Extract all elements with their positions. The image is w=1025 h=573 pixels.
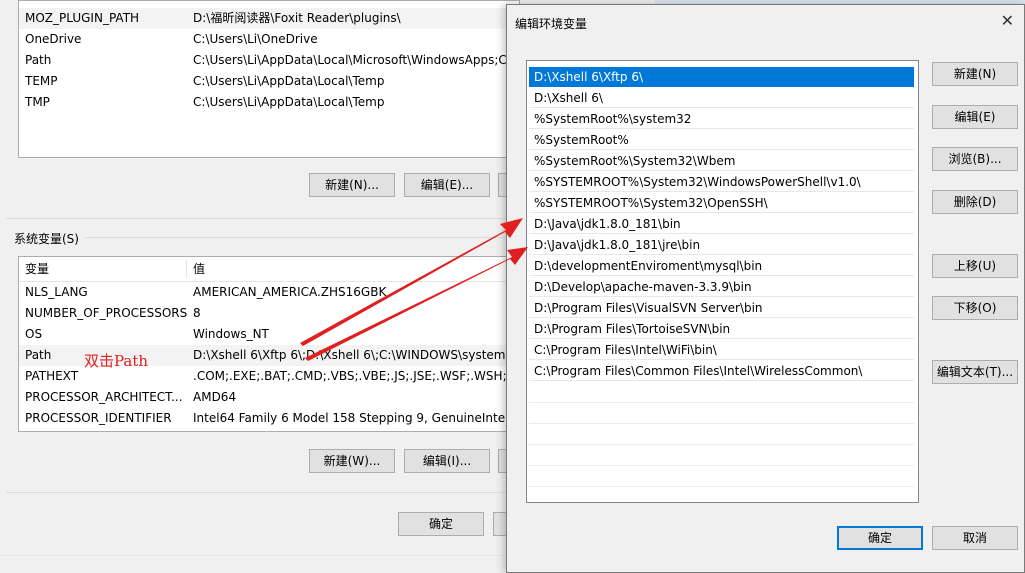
- variable-name: OneDrive: [25, 32, 82, 46]
- group-bottom-divider: [6, 492, 516, 493]
- new-entry-button[interactable]: 新建(N): [932, 62, 1018, 86]
- close-icon[interactable]: ✕: [1001, 11, 1014, 30]
- cancel-button[interactable]: 取消: [932, 526, 1018, 550]
- user-variables-list[interactable]: MOZ_PLUGIN_PATH D:\福昕阅读器\Foxit Reader\plu…: [18, 0, 520, 158]
- variable-name: PROCESSOR_IDENTIFIER: [25, 411, 172, 425]
- variable-value: Intel64 Family 6 Model 158 Stepping 9, G…: [193, 411, 509, 425]
- path-entry[interactable]: %SystemRoot%\system32: [529, 109, 914, 129]
- variable-value: D:\Xshell 6\Xftp 6\;D:\Xshell 6\;C:\WIND…: [193, 348, 514, 362]
- path-entry[interactable]: D:\Develop\apache-maven-3.3.9\bin: [529, 277, 914, 297]
- variable-name: NLS_LANG: [25, 285, 88, 299]
- table-row[interactable]: PROCESSOR_ARCHITECT... AMD64: [19, 387, 519, 408]
- path-entry[interactable]: D:\Java\jdk1.8.0_181\bin: [529, 214, 914, 234]
- variable-name: NUMBER_OF_PROCESSORS: [25, 306, 188, 320]
- empty-entry-slot[interactable]: [529, 487, 914, 502]
- table-row[interactable]: NUMBER_OF_PROCESSORS 8: [19, 303, 519, 324]
- table-row[interactable]: OS Windows_NT: [19, 324, 519, 345]
- column-header-value[interactable]: 值: [193, 257, 205, 281]
- table-row[interactable]: NLS_LANG AMERICAN_AMERICA.ZHS16GBK: [19, 282, 519, 303]
- empty-entry-slot[interactable]: [529, 445, 914, 466]
- path-entry[interactable]: C:\Program Files\Intel\WiFi\bin\: [529, 340, 914, 360]
- dialog-bottom-edge: [0, 555, 520, 556]
- variable-value: Windows_NT: [193, 327, 269, 341]
- table-row[interactable]: OneDrive C:\Users\Li\OneDrive: [19, 29, 519, 50]
- user-new-button[interactable]: 新建(N)...: [309, 173, 395, 197]
- ok-button[interactable]: 确定: [837, 526, 923, 550]
- system-variables-label: 系统变量(S): [14, 232, 79, 246]
- table-row[interactable]: TEMP C:\Users\Li\AppData\Local\Temp: [19, 71, 519, 92]
- table-row[interactable]: Path C:\Users\Li\AppData\Local\Microsoft\…: [19, 50, 519, 71]
- column-separator: [186, 260, 187, 278]
- system-edit-button[interactable]: 编辑(I)...: [404, 449, 490, 473]
- column-header-name[interactable]: 变量: [25, 257, 49, 281]
- path-entry[interactable]: %SYSTEMROOT%\System32\WindowsPowerShell\…: [529, 172, 914, 192]
- variable-name: Path: [25, 348, 52, 362]
- table-row[interactable]: PROCESSOR_IDENTIFIER Intel64 Family 6 Mod…: [19, 408, 519, 429]
- variable-name: OS: [25, 327, 43, 341]
- variable-name: MOZ_PLUGIN_PATH: [25, 11, 140, 25]
- variable-name: Path: [25, 53, 52, 67]
- path-entry[interactable]: %SystemRoot%: [529, 130, 914, 150]
- path-entry[interactable]: D:\developmentEnviroment\mysql\bin: [529, 256, 914, 276]
- path-entry[interactable]: D:\Program Files\TortoiseSVN\bin: [529, 319, 914, 339]
- variable-name: TMP: [25, 95, 50, 109]
- edit-environment-variable-dialog: 编辑环境变量 ✕ D:\Xshell 6\Xftp 6\ D:\Xshell 6\…: [506, 4, 1025, 573]
- variable-value: AMD64: [193, 390, 237, 404]
- variable-value: D:\福昕阅读器\Foxit Reader\plugins\: [193, 11, 401, 25]
- edit-entry-button[interactable]: 编辑(E): [932, 105, 1018, 129]
- dialog-title: 编辑环境变量: [515, 17, 588, 31]
- variable-value: AMERICAN_AMERICA.ZHS16GBK: [193, 285, 387, 299]
- empty-entry-slot[interactable]: [529, 403, 914, 424]
- list-header: 变量 值: [19, 257, 519, 282]
- variable-name: TEMP: [25, 74, 58, 88]
- delete-entry-button[interactable]: 删除(D): [932, 190, 1018, 214]
- path-entry[interactable]: D:\Program Files\VisualSVN Server\bin: [529, 298, 914, 318]
- system-variables-list[interactable]: 变量 值 NLS_LANG AMERICAN_AMERICA.ZHS16GBK NU…: [18, 256, 520, 432]
- group-divider: [6, 218, 516, 219]
- group-divider: [84, 237, 516, 238]
- path-entry[interactable]: D:\Xshell 6\Xftp 6\: [529, 67, 914, 87]
- path-entry[interactable]: D:\Java\jdk1.8.0_181\jre\bin: [529, 235, 914, 255]
- variable-name: PROCESSOR_ARCHITECT...: [25, 390, 183, 404]
- table-row[interactable]: MOZ_PLUGIN_PATH D:\福昕阅读器\Foxit Reader\plu…: [19, 8, 519, 29]
- user-edit-button[interactable]: 编辑(E)...: [404, 173, 490, 197]
- path-entries-list[interactable]: D:\Xshell 6\Xftp 6\ D:\Xshell 6\ %SystemRo…: [526, 60, 919, 503]
- path-entry[interactable]: %SystemRoot%\System32\Wbem: [529, 151, 914, 171]
- variable-value: 8: [193, 306, 201, 320]
- move-up-button[interactable]: 上移(U): [932, 254, 1018, 278]
- empty-entry-slot[interactable]: [529, 382, 914, 403]
- edit-text-button[interactable]: 编辑文本(T)...: [932, 360, 1018, 384]
- path-entry[interactable]: D:\Xshell 6\: [529, 88, 914, 108]
- variable-value: .COM;.EXE;.BAT;.CMD;.VBS;.VBE;.JS;.JSE;.…: [193, 369, 520, 383]
- path-entry[interactable]: %SYSTEMROOT%\System32\OpenSSH\: [529, 193, 914, 213]
- variable-value: C:\Users\Li\AppData\Local\Temp: [193, 74, 385, 88]
- move-down-button[interactable]: 下移(O): [932, 296, 1018, 320]
- variable-name: PATHEXT: [25, 369, 79, 383]
- empty-entry-slot[interactable]: [529, 466, 914, 487]
- browse-button[interactable]: 浏览(B)...: [932, 147, 1018, 171]
- variable-value: C:\Users\Li\AppData\Local\Temp: [193, 95, 385, 109]
- environment-variables-dialog: MOZ_PLUGIN_PATH D:\福昕阅读器\Foxit Reader\plu…: [0, 0, 528, 573]
- annotation-label: 双击Path: [84, 352, 149, 370]
- variable-value: C:\Users\Li\OneDrive: [193, 32, 318, 46]
- system-new-button[interactable]: 新建(W)...: [309, 449, 395, 473]
- empty-entry-slot[interactable]: [529, 424, 914, 445]
- variable-value: C:\Users\Li\AppData\Local\Microsoft\Wind…: [193, 53, 507, 67]
- table-row[interactable]: TMP C:\Users\Li\AppData\Local\Temp: [19, 92, 519, 113]
- bg-ok-button[interactable]: 确定: [398, 512, 484, 536]
- path-entry[interactable]: C:\Program Files\Common Files\Intel\Wire…: [529, 361, 914, 381]
